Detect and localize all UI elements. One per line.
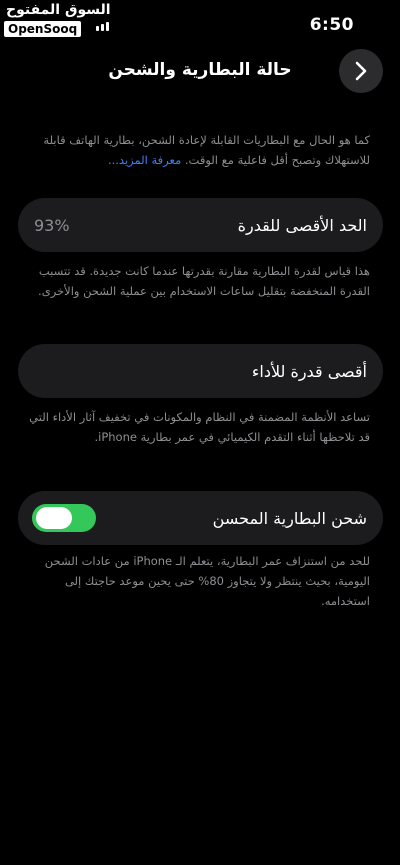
watermark-arabic: السوق المفتوح <box>6 2 111 18</box>
optimized-charging-row: شحن البطارية المحسن <box>18 491 383 545</box>
maximum-capacity-row: الحد الأقصى للقدرة 93% <box>18 198 383 252</box>
maximum-capacity-description: هذا قياس لقدرة البطارية مقارنة بقدرتها ع… <box>38 264 370 298</box>
learn-more-link[interactable]: معرفة المزيد... <box>108 153 181 167</box>
intro-text: كما هو الحال مع البطاريات القابلة لإعادة… <box>43 133 370 167</box>
peak-performance-row[interactable]: أقصى قدرة للأداء <box>18 344 383 398</box>
maximum-capacity-label: الحد الأقصى للقدرة <box>237 215 367 235</box>
intro-note: كما هو الحال مع البطاريات القابلة لإعادة… <box>26 130 370 170</box>
peak-performance-label: أقصى قدرة للأداء <box>251 361 367 381</box>
toggle-knob <box>36 507 72 529</box>
watermark-brand: OpenSooq <box>4 21 82 37</box>
signal-icon <box>96 22 109 31</box>
status-time: 6:50 <box>309 15 354 35</box>
peak-performance-description: تساعد الأنظمة المضمنة في النظام والمكونا… <box>29 410 370 444</box>
page-title: حالة البطارية والشحن <box>108 60 292 80</box>
maximum-capacity-value: 93% <box>34 215 70 235</box>
status-bar: السوق المفتوح OpenSooq 6:50 <box>0 0 400 44</box>
optimized-charging-toggle[interactable] <box>32 504 96 532</box>
optimized-charging-label: شحن البطارية المحسن <box>212 508 367 528</box>
optimized-charging-description: للحد من استنزاف عمر البطارية، يتعلم الـ … <box>44 554 370 608</box>
